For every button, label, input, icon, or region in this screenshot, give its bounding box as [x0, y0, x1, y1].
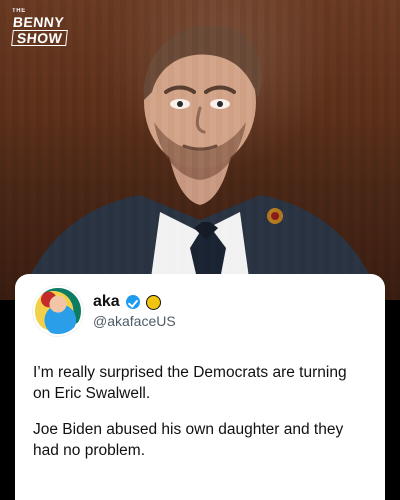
logo-benny: BENNY — [12, 14, 65, 30]
person-portrait — [20, 25, 380, 300]
benny-show-logo: THE BENNY SHOW — [11, 8, 74, 46]
yellow-badge-icon — [145, 294, 161, 310]
right-pupil-icon — [217, 101, 223, 107]
right-eye-icon — [210, 99, 230, 109]
lapel-pin-icon — [267, 208, 283, 224]
tie-knot-icon — [194, 222, 218, 240]
photo: THE BENNY SHOW — [0, 0, 400, 300]
nose-icon — [195, 106, 206, 134]
user-handle: @akafaceUS — [93, 313, 176, 329]
left-pupil-icon — [177, 101, 183, 107]
tweet-card: aka @akafaceUS I’m really surprised the … — [15, 274, 385, 500]
display-name: aka — [93, 293, 120, 310]
verified-check-icon — [125, 295, 140, 309]
name-line: aka — [93, 293, 176, 311]
tweet-header: aka @akafaceUS — [33, 286, 367, 336]
left-eye-icon — [170, 99, 190, 109]
tweet-card-inner: aka @akafaceUS I’m really surprised the … — [33, 286, 367, 476]
neck-icon — [168, 150, 232, 205]
logo-show: SHOW — [11, 30, 68, 46]
hair-icon — [143, 25, 262, 100]
logo-the: THE — [12, 8, 26, 14]
tweet-paragraph-2: Joe Biden abused his own daughter and th… — [33, 420, 344, 460]
avatar — [33, 286, 83, 336]
right-brow-icon — [204, 85, 236, 94]
post-image: THE BENNY SHOW aka @akafaceUS I’m really… — [0, 0, 400, 500]
tweet-paragraph-1: I’m really surprised the Democrats are t… — [33, 364, 347, 403]
left-brow-icon — [164, 85, 196, 94]
lapel-pin-inner-icon — [271, 212, 279, 220]
head-icon — [144, 36, 256, 168]
beard-icon — [154, 122, 246, 180]
user-names: aka @akafaceUS — [93, 293, 176, 329]
mouth-icon — [182, 144, 218, 151]
tweet-text: I’m really surprised the Democrats are t… — [33, 362, 367, 462]
